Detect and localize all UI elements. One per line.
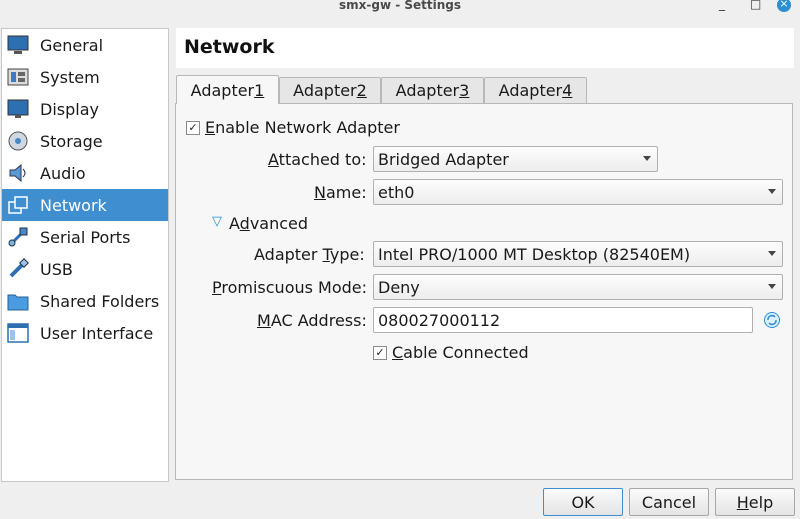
network-icon [6,193,30,217]
tab-adapter-2[interactable]: Adapter 2 [279,77,381,103]
name-label: Name: [314,183,367,202]
tab-mnemonic: 4 [562,81,573,100]
mnemonic: H [736,492,749,512]
promiscuous-mode-label: Promiscuous Mode: [212,278,367,297]
tab-label: Adapter [190,80,255,100]
label-text: A [229,214,240,233]
attached-to-dropdown[interactable]: Bridged Adapter [373,146,658,172]
sidebar-item-label: User Interface [40,323,154,343]
chevron-down-icon [643,156,651,161]
sidebar-item-system[interactable]: System [2,61,168,93]
promiscuous-mode-value: Deny [378,277,420,297]
sidebar-item-user-interface[interactable]: User Interface [2,317,168,349]
mnemonic: E [205,118,216,137]
cable-connected-label[interactable]: Cable Connected [392,343,529,362]
usb-icon [6,257,30,281]
label-text: nable Network Adapter [215,118,400,137]
sidebar-item-general[interactable]: General [2,29,168,61]
mnemonic: M [257,311,271,330]
name-value: eth0 [378,182,415,202]
user-interface-icon [6,321,30,345]
advanced-toggle-icon[interactable]: ▽ [212,214,222,229]
attached-to-value: Bridged Adapter [378,149,509,169]
tab-mnemonic: 2 [356,81,367,100]
sidebar-item-label: Shared Folders [40,291,160,311]
sidebar-item-label: Network [40,195,107,215]
enable-adapter-label[interactable]: Enable Network Adapter [205,118,400,137]
sidebar-item-label: General [40,35,104,55]
advanced-toggle[interactable]: Advanced [229,214,308,233]
chevron-down-icon [768,251,776,256]
mnemonic: A [268,150,279,169]
sidebar-item-usb[interactable]: USB [2,253,168,285]
label-text: Adapter [254,245,323,264]
label-text: ame: [325,183,367,202]
mnemonic: P [212,278,222,297]
general-icon [6,33,30,57]
window-title: smx-gw - Settings [338,0,462,12]
mac-address-field[interactable]: 080027000112 [373,307,753,333]
tab-label: Adapter [395,81,460,100]
shared-folders-icon [6,289,30,313]
mac-address-label: MAC Address: [257,311,367,330]
sidebar-item-label: USB [40,259,73,279]
sidebar-item-label: Audio [40,163,86,183]
minimize-icon[interactable]: _ [719,0,725,11]
tab-mnemonic: 1 [254,80,265,100]
mnemonic: C [392,343,404,362]
sidebar-item-audio[interactable]: Audio [2,157,168,189]
refresh-mac-icon[interactable] [763,311,781,329]
page-title: Network [184,36,275,58]
settings-sidebar: General System Display Storage Audio Net… [1,28,169,482]
label-text: ttached to: [278,150,367,169]
adapter-type-label: Adapter Type: [254,245,365,264]
sidebar-item-label: Serial Ports [40,227,131,247]
sidebar-item-label: Storage [40,131,103,151]
tab-adapter-4[interactable]: Adapter 4 [484,77,587,103]
tab-adapter-1[interactable]: Adapter 1 [176,75,279,104]
sidebar-item-network[interactable]: Network [2,189,168,221]
page-header: Network [176,28,794,68]
attached-to-label: Attached to: [268,150,367,169]
title-bar: smx-gw - Settings _ □ × [0,0,800,14]
cancel-button[interactable]: Cancel [629,488,709,516]
tab-label: Adapter [293,81,357,100]
ok-button[interactable]: OK [543,488,623,516]
chevron-down-icon [768,284,776,289]
label-text: elp [748,492,774,512]
label-text: AC Address: [270,311,367,330]
name-dropdown[interactable]: eth0 [373,179,783,205]
audio-icon [6,161,30,185]
tab-mnemonic: 3 [459,81,470,100]
label-text: vanced [249,214,309,233]
adapter-type-value: Intel PRO/1000 MT Desktop (82540EM) [378,244,691,264]
tab-label: Adapter [498,81,563,100]
enable-adapter-checkbox[interactable]: ✓ [186,121,200,135]
adapter-type-dropdown[interactable]: Intel PRO/1000 MT Desktop (82540EM) [373,241,783,267]
help-button[interactable]: Help [715,488,795,516]
label-text: romiscuous Mode: [221,278,368,297]
maximize-icon[interactable]: □ [750,0,761,11]
display-icon [6,97,30,121]
mnemonic: N [314,183,326,202]
storage-icon [6,129,30,153]
sidebar-item-shared-folders[interactable]: Shared Folders [2,285,168,317]
tab-adapter-3[interactable]: Adapter 3 [381,77,484,103]
sidebar-item-label: System [40,67,100,87]
label-text: ype: [329,245,365,264]
sidebar-item-display[interactable]: Display [2,93,168,125]
cable-connected-checkbox[interactable]: ✓ [373,346,387,360]
chevron-down-icon [768,189,776,194]
mnemonic: T [322,245,330,264]
label-text: able Connected [403,343,529,362]
sidebar-item-label: Display [40,99,99,119]
sidebar-item-storage[interactable]: Storage [2,125,168,157]
serial-ports-icon [6,225,30,249]
sidebar-item-serial-ports[interactable]: Serial Ports [2,221,168,253]
system-icon [6,65,30,89]
promiscuous-mode-dropdown[interactable]: Deny [373,274,783,300]
mnemonic: d [239,214,250,233]
